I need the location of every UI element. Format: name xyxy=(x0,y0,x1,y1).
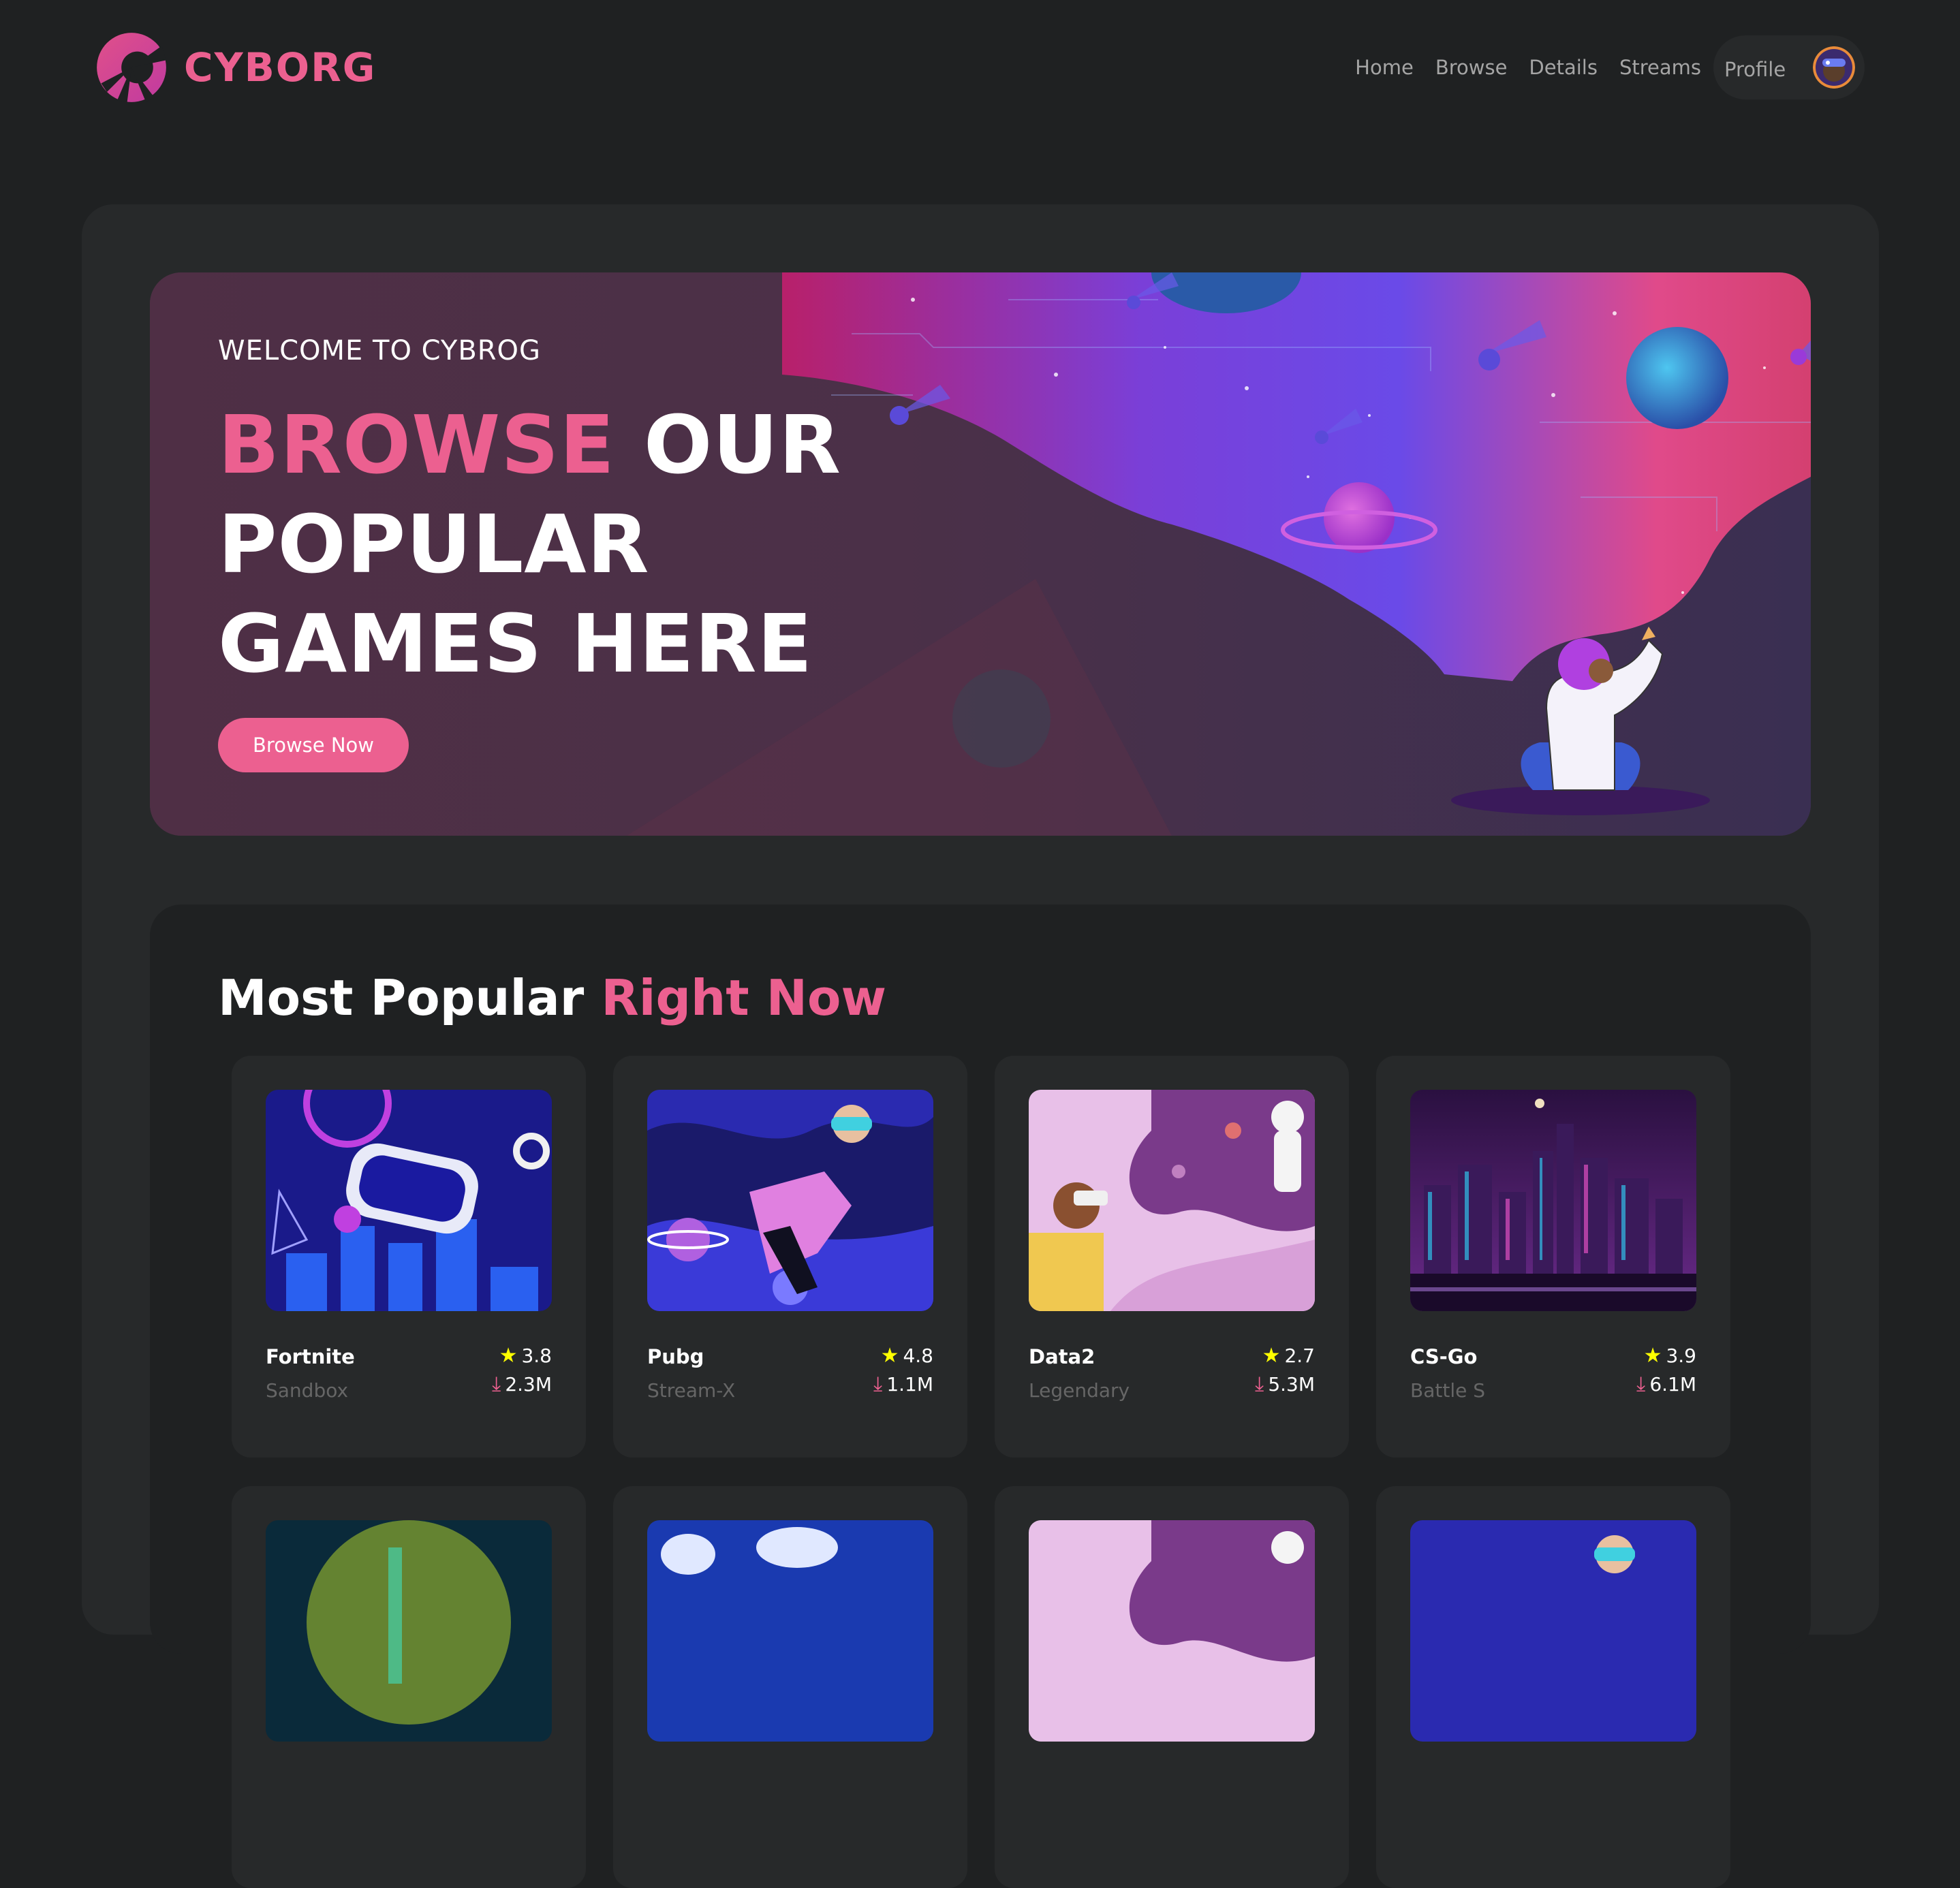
star-icon: ★ xyxy=(880,1344,899,1368)
game-title: Fortnite xyxy=(266,1345,355,1368)
game-downloads: 1.1M xyxy=(886,1373,933,1396)
game-category: Legendary xyxy=(1029,1379,1130,1402)
download-icon: ⤓ xyxy=(873,1372,883,1396)
game-rating: 3.9 xyxy=(1666,1344,1696,1367)
game-rating: 2.7 xyxy=(1284,1344,1315,1367)
game-card[interactable]: CS-Go Battle S ★ 3.9 ⤓ 6.1M xyxy=(1376,1056,1730,1458)
main-nav: Home Browse Details Streams Profile xyxy=(1333,35,1865,99)
nav-browse[interactable]: Browse xyxy=(1435,56,1508,79)
game-thumbnail[interactable] xyxy=(1410,1090,1696,1311)
game-rating: 3.8 xyxy=(521,1344,552,1367)
game-stats: ★ 3.8 ⤓ 2.3M xyxy=(492,1342,552,1399)
profile-label: Profile xyxy=(1724,58,1786,81)
hero-banner: WELCOME TO CYBROG BROWSE OUR POPULAR GAM… xyxy=(150,272,1811,836)
section-title: Most Popular Right Now xyxy=(218,969,886,1026)
game-title: CS-Go xyxy=(1410,1345,1478,1368)
download-icon: ⤓ xyxy=(492,1372,501,1396)
game-downloads: 6.1M xyxy=(1649,1373,1696,1396)
game-rating: 4.8 xyxy=(903,1344,933,1367)
banner-text: WELCOME TO CYBROG BROWSE OUR POPULAR GAM… xyxy=(218,335,841,772)
game-thumbnail[interactable] xyxy=(1029,1520,1315,1742)
game-card[interactable] xyxy=(1376,1486,1730,1888)
game-title: Data2 xyxy=(1029,1345,1095,1368)
game-card[interactable] xyxy=(613,1486,967,1888)
game-stats: ★ 4.8 ⤓ 1.1M xyxy=(873,1342,933,1399)
headline-word: GAMES HERE xyxy=(218,597,813,691)
game-category: Stream-X xyxy=(647,1379,736,1402)
star-icon: ★ xyxy=(1262,1344,1281,1368)
game-stats: ★ 3.9 ⤓ 6.1M xyxy=(1636,1342,1696,1399)
game-thumbnail[interactable] xyxy=(266,1520,552,1742)
section-title-accent: Right Now xyxy=(601,969,886,1026)
download-icon: ⤓ xyxy=(1636,1372,1646,1396)
star-icon: ★ xyxy=(499,1344,518,1368)
game-thumbnail[interactable] xyxy=(647,1090,933,1311)
welcome-text: WELCOME TO CYBROG xyxy=(218,335,542,366)
game-card[interactable] xyxy=(995,1486,1349,1888)
section-title-plain: Most Popular xyxy=(218,969,585,1026)
nav-home[interactable]: Home xyxy=(1355,56,1414,79)
star-icon: ★ xyxy=(1643,1344,1662,1368)
game-category: Battle S xyxy=(1410,1379,1486,1402)
headline-accent: BROWSE xyxy=(218,398,615,492)
game-card[interactable]: Data2 Legendary ★ 2.7 ⤓ 5.3M xyxy=(995,1056,1349,1458)
game-downloads: 5.3M xyxy=(1268,1373,1315,1396)
game-thumbnail[interactable] xyxy=(266,1090,552,1311)
game-card[interactable] xyxy=(232,1486,586,1888)
headline-word: OUR xyxy=(643,398,841,492)
download-icon: ⤓ xyxy=(1255,1372,1264,1396)
banner-headline: BROWSE OUR POPULAR GAMES HERE xyxy=(218,395,841,693)
game-thumbnail[interactable] xyxy=(1029,1090,1315,1311)
browse-now-button[interactable]: Browse Now xyxy=(218,718,409,772)
game-card[interactable]: Pubg Stream-X ★ 4.8 ⤓ 1.1M xyxy=(613,1056,967,1458)
game-title: Pubg xyxy=(647,1345,704,1368)
page-container: WELCOME TO CYBROG BROWSE OUR POPULAR GAM… xyxy=(82,204,1879,1888)
game-category: Sandbox xyxy=(266,1379,349,1402)
most-popular-section: Most Popular Right Now Fortnite Sandbox … xyxy=(150,904,1811,1888)
game-card[interactable]: Fortnite Sandbox ★ 3.8 ⤓ 2.3M xyxy=(232,1056,586,1458)
cyborg-logo-icon xyxy=(97,33,166,102)
nav-streams[interactable]: Streams xyxy=(1619,56,1701,79)
top-header: CYBORG Home Browse Details Streams Profi… xyxy=(0,0,1960,136)
game-stats: ★ 2.7 ⤓ 5.3M xyxy=(1255,1342,1315,1399)
avatar xyxy=(1813,46,1855,89)
game-downloads: 2.3M xyxy=(505,1373,552,1396)
nav-details[interactable]: Details xyxy=(1529,56,1598,79)
game-thumbnail[interactable] xyxy=(647,1520,933,1742)
profile-button[interactable]: Profile xyxy=(1713,35,1865,99)
game-thumbnail[interactable] xyxy=(1410,1520,1696,1742)
brand-name: CYBORG xyxy=(184,44,377,91)
headline-word: POPULAR xyxy=(218,497,650,591)
brand-logo[interactable]: CYBORG xyxy=(95,31,376,104)
